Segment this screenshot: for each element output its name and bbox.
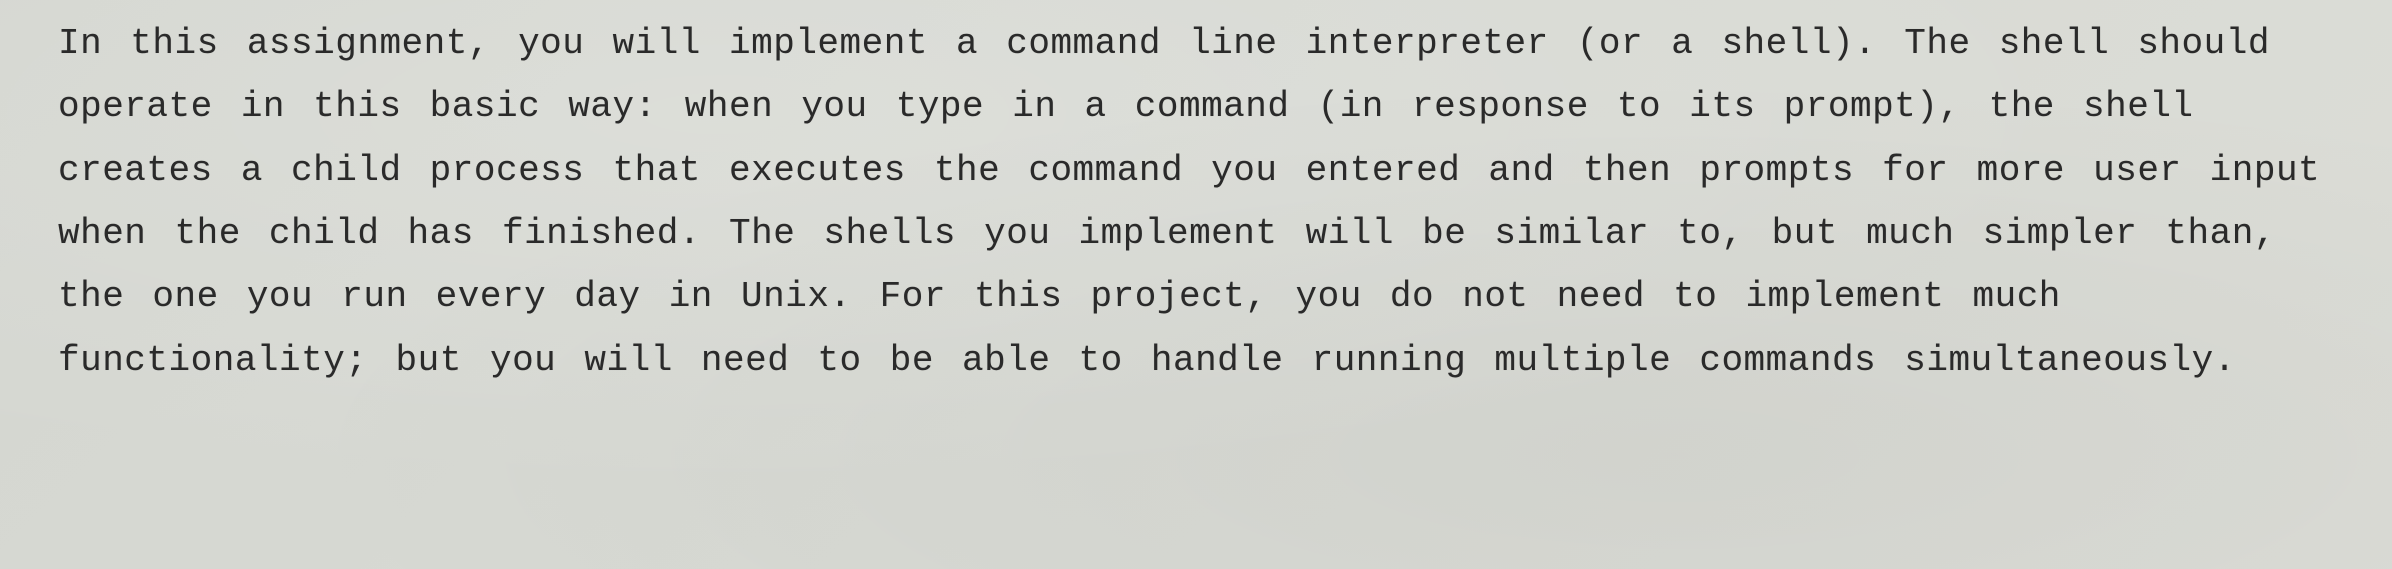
assignment-description-paragraph: In this assignment, you will implement a… xyxy=(58,12,2334,392)
